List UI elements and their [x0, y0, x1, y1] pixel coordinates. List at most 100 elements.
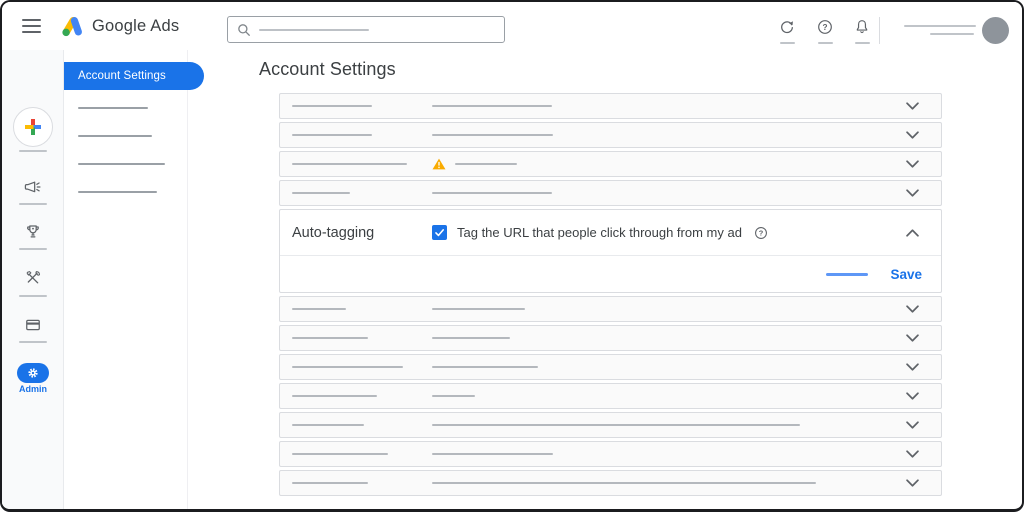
row-label-skeleton	[292, 424, 364, 426]
sidebar-item-goals[interactable]	[2, 222, 64, 247]
page-title: Account Settings	[259, 59, 396, 79]
row-label-skeleton	[292, 308, 346, 310]
billing-card-icon	[23, 315, 43, 340]
account-id-skeleton	[930, 33, 974, 35]
row-value-skeleton	[432, 192, 552, 194]
settings-row[interactable]	[279, 470, 942, 496]
app-title: Google Ads	[92, 16, 180, 35]
help-circle-icon[interactable]: ?	[754, 226, 768, 240]
account-info-button[interactable]	[900, 22, 980, 40]
row-value-skeleton	[432, 308, 525, 310]
row-label-skeleton	[292, 105, 372, 107]
admin-label: Admin	[19, 384, 47, 394]
menu-icon[interactable]	[22, 16, 46, 36]
rows-below	[279, 296, 942, 496]
row-label-skeleton	[292, 482, 368, 484]
chevron-down-icon	[906, 334, 919, 342]
auto-tagging-header[interactable]: Auto-tagging Tag the URL that people cli…	[280, 210, 941, 255]
checkbox-label: Tag the URL that people click through fr…	[457, 225, 742, 240]
topbar-divider	[879, 17, 880, 44]
settings-accordion: Auto-tagging Tag the URL that people cli…	[279, 93, 942, 499]
sidebar-menu	[78, 107, 165, 219]
rail-label-skeleton	[19, 203, 47, 205]
row-label-skeleton	[292, 192, 350, 194]
chevron-down-icon	[906, 392, 919, 400]
rail-label-skeleton	[19, 295, 47, 297]
megaphone-icon	[23, 177, 43, 202]
footer-link-skeleton[interactable]	[826, 272, 869, 276]
sidebar-item-skeleton[interactable]	[78, 107, 148, 109]
refresh-button[interactable]	[777, 18, 797, 44]
settings-row[interactable]	[279, 325, 942, 351]
settings-row[interactable]	[279, 412, 942, 438]
settings-row[interactable]	[279, 383, 942, 409]
settings-row[interactable]	[279, 122, 942, 148]
shortcut-skeleton	[779, 42, 795, 44]
auto-tagging-section: Auto-tagging Tag the URL that people cli…	[279, 209, 942, 293]
settings-row[interactable]	[279, 180, 942, 206]
row-label-skeleton	[292, 395, 377, 397]
row-label-skeleton	[292, 453, 388, 455]
create-button[interactable]	[13, 107, 53, 147]
sidebar-item-tools[interactable]	[2, 268, 64, 293]
row-value-skeleton	[432, 482, 816, 484]
plus-icon	[24, 118, 42, 136]
row-value-skeleton	[432, 424, 800, 426]
section-label: Auto-tagging	[292, 224, 375, 241]
chevron-down-icon	[906, 131, 919, 139]
sidebar-active-label: Account Settings	[78, 70, 166, 82]
sidebar-item-campaigns[interactable]	[2, 177, 64, 202]
chevron-down-icon	[906, 450, 919, 458]
shortcut-skeleton	[817, 42, 833, 44]
chevron-down-icon	[906, 102, 919, 110]
settings-row[interactable]	[279, 354, 942, 380]
rail-label-skeleton	[19, 341, 47, 343]
settings-row[interactable]	[279, 93, 942, 119]
row-value-skeleton	[432, 105, 552, 107]
chevron-down-icon	[906, 363, 919, 371]
row-value-skeleton	[455, 163, 517, 165]
question-glyph: ?	[822, 23, 827, 32]
nav-rail: Admin	[2, 50, 64, 509]
row-label-skeleton	[292, 163, 407, 165]
sidebar-item-skeleton[interactable]	[78, 135, 152, 137]
row-value-skeleton	[432, 337, 510, 339]
auto-tagging-checkbox[interactable]	[432, 225, 447, 240]
help-button[interactable]: ?	[815, 18, 835, 44]
top-app-bar: Google Ads ?	[2, 2, 1022, 50]
rail-label-skeleton	[19, 248, 47, 250]
sidebar-item-admin[interactable]	[17, 363, 49, 383]
gear-icon	[26, 366, 40, 380]
account-name-skeleton	[904, 25, 976, 27]
chevron-down-icon	[906, 160, 919, 168]
question-glyph: ?	[759, 228, 764, 237]
drawer-divider	[187, 50, 188, 509]
sidebar-item-skeleton[interactable]	[78, 191, 157, 193]
chevron-up-icon	[906, 228, 919, 237]
sidebar-item-account-settings[interactable]: Account Settings	[64, 62, 204, 90]
chevron-down-icon	[906, 305, 919, 313]
save-button[interactable]: Save	[890, 267, 922, 282]
search-icon	[237, 23, 251, 37]
trophy-icon	[23, 222, 43, 247]
avatar[interactable]	[982, 17, 1009, 44]
sidebar-item-billing[interactable]	[2, 315, 64, 340]
google-ads-logo-icon[interactable]	[58, 13, 85, 40]
rail-label-skeleton	[19, 150, 47, 152]
shortcut-skeleton	[854, 42, 870, 44]
settings-row[interactable]	[279, 441, 942, 467]
section-footer: Save	[280, 255, 941, 292]
notifications-button[interactable]	[852, 18, 872, 44]
search-placeholder-skeleton	[259, 28, 369, 31]
sidebar-item-skeleton[interactable]	[78, 163, 165, 165]
search-input[interactable]	[227, 16, 505, 43]
chevron-down-icon	[906, 421, 919, 429]
warning-icon	[432, 158, 446, 170]
settings-row[interactable]	[279, 151, 942, 177]
settings-row[interactable]	[279, 296, 942, 322]
tools-icon	[23, 268, 43, 293]
row-value-skeleton	[432, 366, 538, 368]
chevron-down-icon	[906, 479, 919, 487]
row-value-skeleton	[432, 453, 553, 455]
row-value-skeleton	[432, 395, 475, 397]
